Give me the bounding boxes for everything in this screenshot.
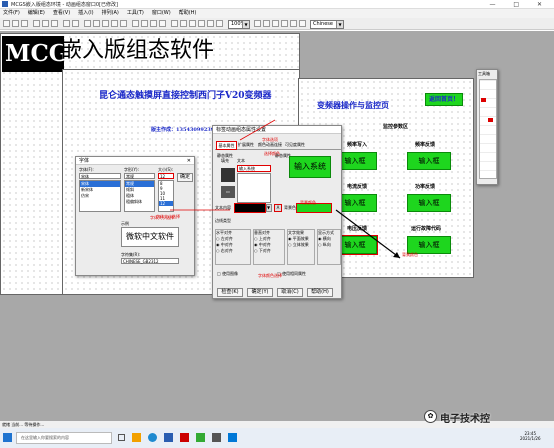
wechat-icon: ✿ — [424, 410, 437, 423]
browser-icon[interactable] — [148, 433, 157, 442]
arrow-line — [239, 119, 276, 141]
wechat-taskbar-icon[interactable] — [196, 433, 205, 442]
windows-icon[interactable] — [3, 433, 12, 442]
mcgs-taskbar-icon[interactable] — [164, 433, 173, 442]
explorer-icon[interactable] — [132, 433, 141, 442]
task-view-icon[interactable] — [118, 434, 125, 441]
annotation-arrows — [170, 119, 401, 259]
app3-taskbar-icon[interactable] — [228, 433, 237, 442]
app2-taskbar-icon[interactable] — [212, 433, 221, 442]
taskbar-search[interactable]: 在这里输入你要搜索的内容 — [16, 432, 112, 444]
arrow-line — [335, 209, 401, 259]
clock-date: 2021/1/26 — [520, 436, 541, 441]
app-taskbar-icon[interactable] — [180, 433, 189, 442]
taskbar: 在这里输入你要搜索的内容 23:45 2021/1/26 — [0, 428, 554, 448]
watermark: 电子技术控 — [440, 414, 490, 425]
taskbar-clock: 23:45 2021/1/26 — [520, 431, 541, 441]
